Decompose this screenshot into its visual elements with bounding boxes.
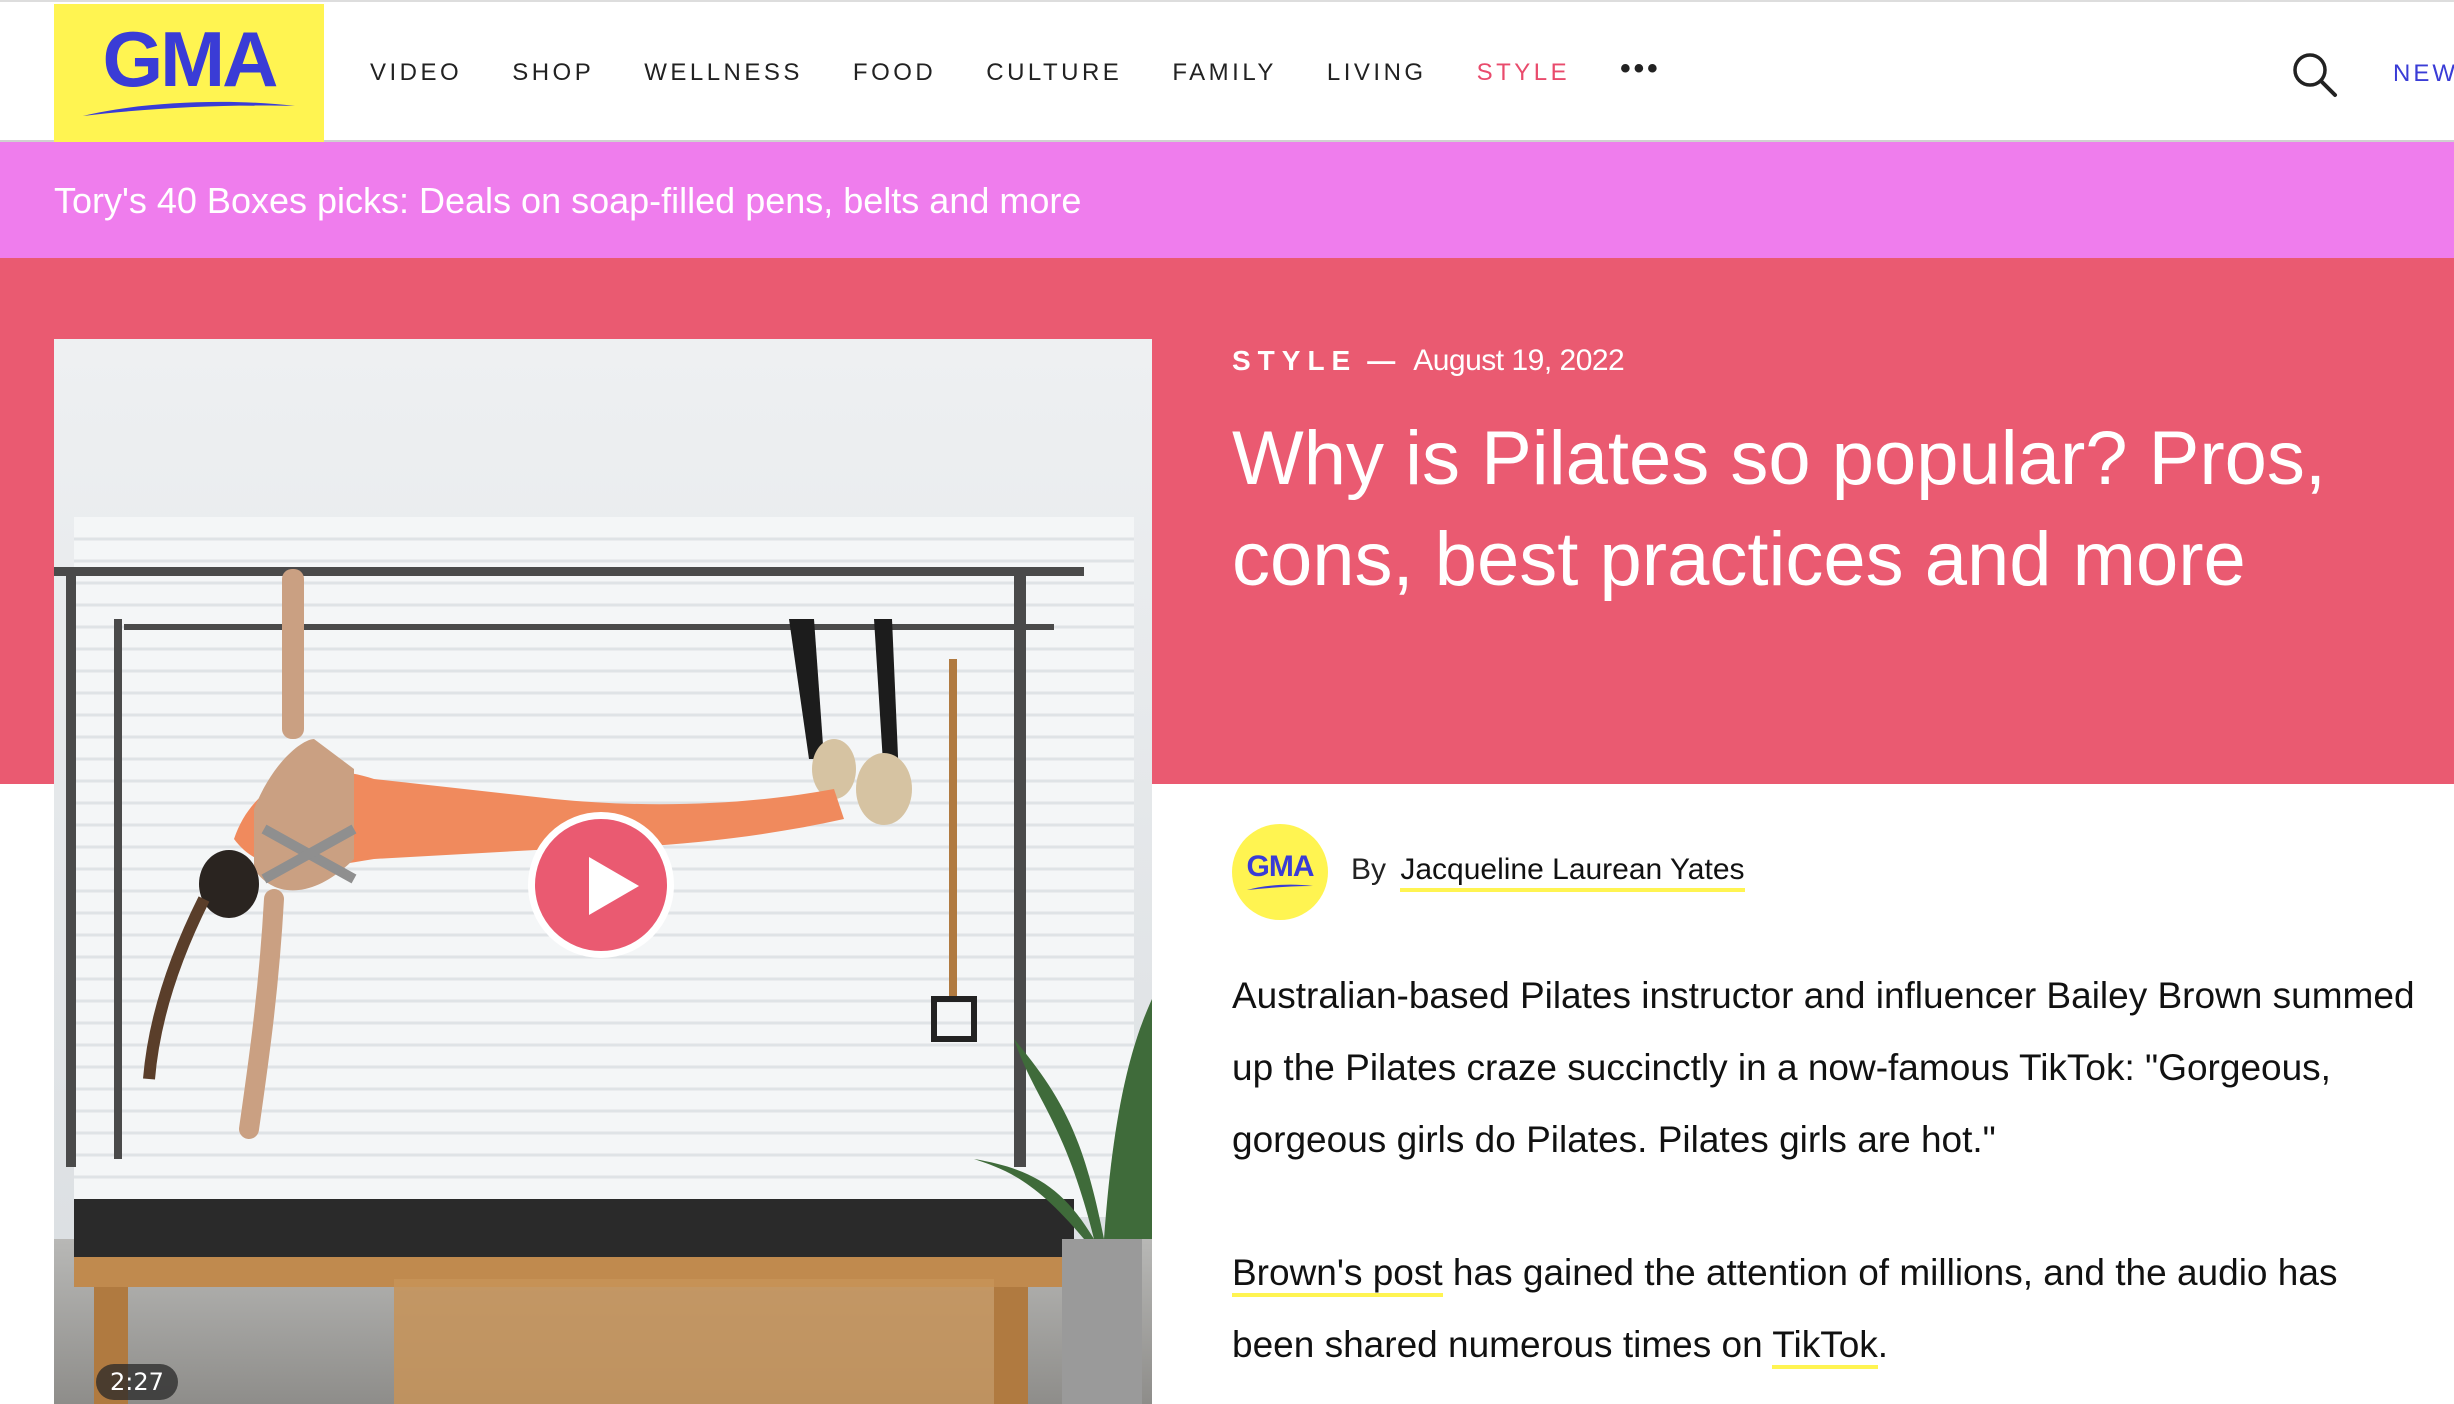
video-duration: 2:27 [96, 1364, 178, 1400]
gma-logo[interactable]: GMA [54, 4, 324, 142]
article-paragraph-2: Brown's post has gained the attention of… [1232, 1237, 2422, 1381]
nav-family[interactable]: FAMILY [1172, 59, 1277, 87]
byline-prefix: By [1351, 853, 1387, 886]
avatar-logo-text: GMA [1246, 850, 1315, 883]
nav-video[interactable]: VIDEO [370, 59, 462, 87]
logo-text: GMA [102, 15, 279, 103]
author-avatar: GMA [1232, 824, 1328, 920]
promo-bar: Tory's 40 Boxes picks: Deals on soap-fil… [0, 142, 2454, 258]
search-icon[interactable] [2290, 50, 2340, 100]
more-menu-icon[interactable]: ••• [1620, 52, 1661, 86]
nav-culture[interactable]: CULTURE [986, 59, 1122, 87]
nav-food[interactable]: FOOD [853, 59, 936, 87]
brown-post-link[interactable]: Brown's post [1232, 1252, 1443, 1297]
publish-date: August 19, 2022 [1413, 344, 1625, 377]
nav-shop[interactable]: SHOP [512, 59, 594, 87]
paragraph-2-end: . [1877, 1324, 1889, 1365]
article-kicker: STYLE — August 19, 2022 [1232, 344, 1625, 378]
new-link[interactable]: NEW [2393, 60, 2454, 88]
avatar-swoosh-icon [1247, 884, 1313, 890]
logo-swoosh-icon [83, 101, 295, 116]
author-link[interactable]: Jacqueline Laurean Yates [1400, 853, 1745, 892]
tiktok-link[interactable]: TikTok [1772, 1324, 1878, 1369]
article-paragraph-1: Australian-based Pilates instructor and … [1232, 975, 2415, 1160]
byline: By Jacqueline Laurean Yates [1351, 853, 1745, 892]
article-headline: Why is Pilates so popular? Pros, cons, b… [1232, 416, 2327, 602]
video-player[interactable]: 2:27 [54, 339, 1152, 1404]
kicker-dash: — [1367, 345, 1396, 376]
nav-wellness[interactable]: WELLNESS [644, 59, 803, 87]
main-nav: VIDEO SHOP WELLNESS FOOD CULTURE FAMILY … [370, 2, 1711, 144]
category-link[interactable]: STYLE [1232, 345, 1357, 377]
site-header: GMA VIDEO SHOP WELLNESS FOOD CULTURE FAM… [0, 0, 2454, 142]
play-icon[interactable] [528, 812, 674, 958]
promo-link[interactable]: Tory's 40 Boxes picks: Deals on soap-fil… [54, 180, 1081, 222]
nav-style[interactable]: STYLE [1477, 59, 1571, 87]
nav-living[interactable]: LIVING [1327, 59, 1427, 87]
